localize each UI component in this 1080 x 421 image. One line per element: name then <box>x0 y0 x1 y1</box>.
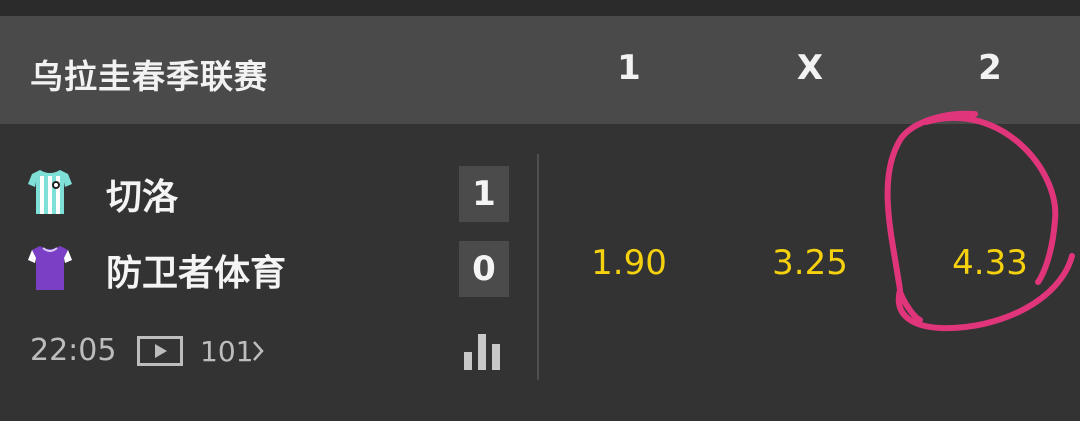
column-header-away: 2 <box>978 48 1002 88</box>
league-title: 乌拉圭春季联赛 <box>30 57 268 96</box>
away-team-name: 防卫者体育 <box>106 253 287 294</box>
column-header-draw: X <box>796 48 824 88</box>
odds-home[interactable]: 1.90 <box>559 243 699 283</box>
column-header-home: 1 <box>617 48 641 88</box>
odds-away[interactable]: 4.33 <box>920 243 1060 283</box>
striped-jersey-icon <box>28 170 72 214</box>
league-header: 乌拉圭春季联赛 1 X 2 <box>0 16 1080 124</box>
chevron-right-icon[interactable] <box>250 338 266 364</box>
play-video-icon[interactable] <box>137 336 183 366</box>
more-markets-count[interactable]: 101 <box>200 335 253 368</box>
home-score: 1 <box>459 166 509 222</box>
top-strip <box>0 0 1080 16</box>
away-score: 0 <box>459 241 509 297</box>
match-odds-screen: 乌拉圭春季联赛 1 X 2 切洛 1 防卫者体育 0 22:05 101 1.9… <box>0 0 1080 421</box>
home-team-name: 切洛 <box>106 177 179 218</box>
match-time: 22:05 <box>30 333 117 368</box>
column-divider <box>537 154 539 380</box>
odds-draw[interactable]: 3.25 <box>740 243 880 283</box>
bar-chart-icon[interactable] <box>463 330 503 372</box>
jersey-icon <box>28 246 72 290</box>
